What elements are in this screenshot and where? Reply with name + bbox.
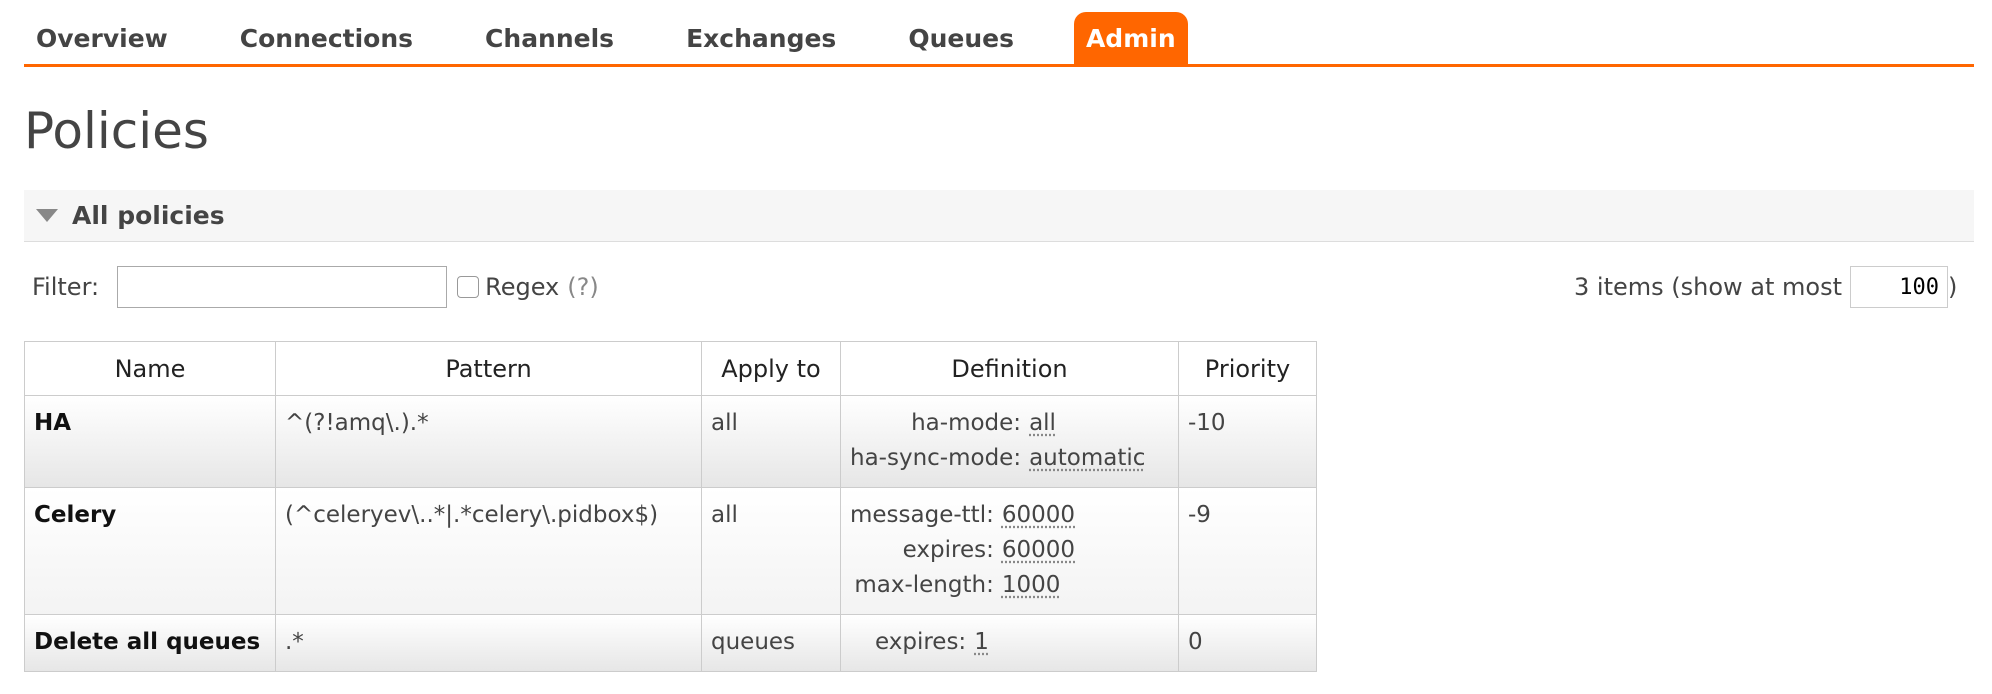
definition-value: 60000 <box>1001 502 1076 528</box>
policy-apply-to: queues <box>701 614 841 672</box>
header-apply-to[interactable]: Apply to <box>701 341 841 396</box>
policy-priority: 0 <box>1178 614 1317 672</box>
header-priority[interactable]: Priority <box>1178 341 1317 396</box>
policy-pattern: .* <box>275 614 702 672</box>
policy-apply-to: all <box>701 487 841 615</box>
definition-list: expires: 1 <box>850 625 1169 660</box>
policy-priority: -10 <box>1178 395 1317 488</box>
paging-info: 3 items (show at most ) <box>1574 264 1957 310</box>
items-count-suffix: ) <box>1948 273 1958 301</box>
tab-queues[interactable]: Queues <box>896 12 1026 64</box>
regex-checkbox[interactable] <box>457 276 480 298</box>
policy-name[interactable]: HA <box>24 395 276 488</box>
triangle-down-icon <box>36 209 58 222</box>
section-all-policies-toggle[interactable]: All policies <box>24 190 1974 242</box>
definition-value: all <box>1029 410 1056 436</box>
table-row[interactable]: Celery (^celeryev\..*|.*celery\.pidbox$)… <box>24 487 1317 615</box>
policy-pattern: (^celeryev\..*|.*celery\.pidbox$) <box>275 487 702 615</box>
policy-apply-to: all <box>701 395 841 488</box>
policies-table: Name Pattern Apply to Definition Priorit… <box>24 341 1317 672</box>
definition-list: message-ttl: 60000 expires: 60000 max-le… <box>850 498 1169 603</box>
definition-value: 1 <box>974 629 989 655</box>
definition-list: ha-mode: all ha-sync-mode: automatic <box>850 406 1169 476</box>
header-pattern[interactable]: Pattern <box>275 341 702 396</box>
table-row[interactable]: Delete all queues .* queues expires: 1 0 <box>24 614 1317 672</box>
tab-overview[interactable]: Overview <box>24 12 180 64</box>
filter-row: Filter: Regex (?) <box>32 264 599 310</box>
filter-input[interactable] <box>117 266 448 308</box>
policy-name[interactable]: Celery <box>24 487 276 615</box>
definition-key: ha-mode: <box>911 410 1022 436</box>
definition-value: automatic <box>1029 445 1146 471</box>
main-nav: Overview Connections Channels Exchanges … <box>24 10 1974 67</box>
page-size-input[interactable] <box>1850 266 1948 308</box>
definition-key: max-length: <box>854 572 994 598</box>
policy-definition: ha-mode: all ha-sync-mode: automatic <box>840 395 1179 488</box>
policy-definition: message-ttl: 60000 expires: 60000 max-le… <box>840 487 1179 615</box>
definition-key: message-ttl: <box>850 502 994 528</box>
policy-definition: expires: 1 <box>840 614 1179 672</box>
section-label: All policies <box>72 201 225 230</box>
tab-channels[interactable]: Channels <box>473 12 626 64</box>
filter-label: Filter: <box>32 273 100 301</box>
page-title: Policies <box>24 102 209 160</box>
table-header-row: Name Pattern Apply to Definition Priorit… <box>24 341 1317 396</box>
tab-admin[interactable]: Admin <box>1073 12 1188 64</box>
definition-key: expires: <box>902 537 994 563</box>
tab-connections[interactable]: Connections <box>228 12 425 64</box>
policy-name[interactable]: Delete all queues <box>24 614 276 672</box>
definition-value: 60000 <box>1001 537 1076 563</box>
definition-key: ha-sync-mode: <box>850 445 1022 471</box>
regex-help-link[interactable]: (?) <box>567 273 598 301</box>
definition-key: expires: <box>875 629 967 655</box>
tab-exchanges[interactable]: Exchanges <box>674 12 848 64</box>
regex-label: Regex <box>485 273 560 301</box>
definition-value: 1000 <box>1001 572 1061 598</box>
policy-pattern: ^(?!amq\.).* <box>275 395 702 488</box>
header-name[interactable]: Name <box>24 341 276 396</box>
table-row[interactable]: HA ^(?!amq\.).* all ha-mode: all ha-sync… <box>24 395 1317 488</box>
policy-priority: -9 <box>1178 487 1317 615</box>
items-count-text: 3 items (show at most <box>1574 273 1842 301</box>
header-definition[interactable]: Definition <box>840 341 1179 396</box>
